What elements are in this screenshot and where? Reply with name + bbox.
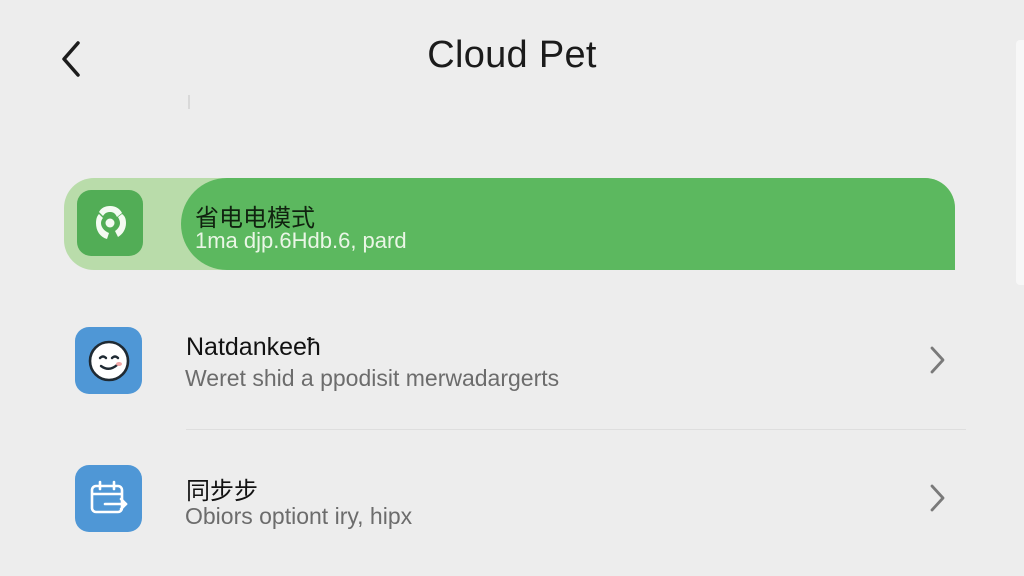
row-divider [186,429,966,430]
recycle-icon-tile [77,190,143,256]
pet-face-icon [88,340,129,381]
chevron-right-icon [922,483,952,513]
recycle-icon [96,206,126,239]
page-title: Cloud Pet [427,34,597,76]
setting-subtitle: Obiors optiont iry, hipx [185,503,413,529]
header-divider-mark [188,95,190,109]
sync-calendar-icon-tile [75,465,142,532]
setting-row-2[interactable]: Natdankeeħ Weret shid a ppodisit merwada… [64,313,964,409]
setting-row-sync[interactable]: 同步步 Obiors optiont iry, hipx [64,451,964,547]
sync-calendar-icon [90,480,127,513]
setting-subtitle: 1ma djp.6Hdb.6, pard [195,228,407,253]
setting-title: 同步步 [186,477,258,505]
chevron-right-icon [922,345,952,375]
header-bar: Cloud Pet [0,0,1024,110]
scroll-edge [1016,40,1024,285]
setting-row-power-saving[interactable]: 省电电模式 1ma djp.6Hdb.6, pard [64,178,955,270]
settings-screen: Cloud Pet 省电电模式 1ma djp.6Hdb.6, pard Nat… [0,0,1024,576]
setting-subtitle: Weret shid a ppodisit merwadargerts [185,365,560,391]
setting-title: Natdankeeħ [186,333,321,361]
pet-face-icon-tile [75,327,142,394]
